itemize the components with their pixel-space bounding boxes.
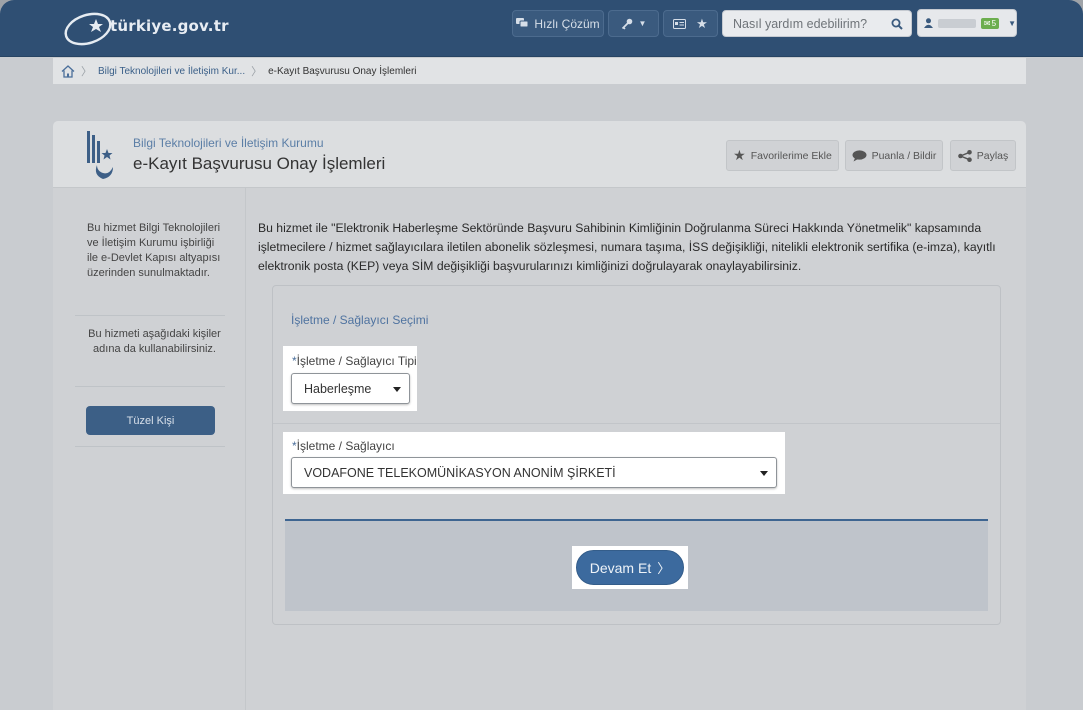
rate-report-label: Puanla / Bildir (871, 149, 937, 162)
service-card: Bilgi Teknolojileri ve İletişim Kurumu e… (53, 121, 1026, 710)
panel-title: İşletme / Sağlayıcı Seçimi (291, 313, 429, 327)
star-icon: ★ (696, 15, 708, 31)
provider-field: *İşletme / Sağlayıcı VODAFONE TELEKOMÜNİ… (283, 432, 785, 494)
logo-text: türkiye.gov.tr (110, 17, 229, 35)
breadcrumb-separator: 〉 (251, 66, 263, 78)
provider-type-label: İşletme / Sağlayıcı Tipi (296, 354, 417, 368)
breadcrumb: 〉 Bilgi Teknolojileri ve İletişim Kur...… (53, 58, 1026, 84)
page-title: e-Kayıt Başvurusu Onay İşlemleri (133, 154, 386, 173)
provider-value: VODAFONE TELEKOMÜNİKASYON ANONİM ŞİRKETİ (304, 465, 616, 480)
legal-entity-button[interactable]: Tüzel Kişi (86, 406, 215, 435)
search-icon[interactable] (891, 18, 903, 30)
provider-type-field: *İşletme / Sağlayıcı Tipi Haberleşme (283, 346, 417, 411)
mail-badge-count: 5 (991, 18, 997, 28)
sidebar-divider (75, 386, 225, 387)
share-label: Paylaş (976, 149, 1009, 162)
institution-name[interactable]: Bilgi Teknolojileri ve İletişim Kurumu (133, 136, 324, 150)
institution-logo (87, 131, 113, 179)
provider-type-value: Haberleşme (304, 381, 372, 396)
breadcrumb-item-current: e-Kayıt Başvurusu Onay İşlemleri (268, 65, 417, 77)
sidebar-divider (75, 315, 225, 316)
chevron-right-icon: 〉 (657, 561, 671, 576)
user-name-redacted (937, 18, 976, 28)
provider-type-select[interactable]: Haberleşme (291, 373, 410, 404)
comment-icon (852, 149, 867, 161)
share-icon (957, 149, 972, 162)
rate-report-button[interactable]: Puanla / Bildir (845, 140, 943, 171)
sidebar-divider (75, 446, 225, 447)
service-header: Bilgi Teknolojileri ve İletişim Kurumu e… (53, 121, 1026, 188)
provider-selection-panel: İşletme / Sağlayıcı Seçimi *İşletme / Sa… (272, 285, 1001, 625)
browser-window: türkiye.gov.tr Hızlı Çözüm ▼ ★ Nasıl yar… (0, 0, 1083, 710)
add-favorite-label: Favorilerime Ekle (750, 149, 832, 162)
key-menu-button[interactable]: ▼ (608, 10, 659, 37)
crescent-star-icon (64, 12, 112, 46)
service-sidebar: Bu hizmet Bilgi Teknolojileri ve İletişi… (53, 188, 246, 710)
provider-type-label-wrap: *İşletme / Sağlayıcı Tipi (292, 354, 417, 368)
continue-button[interactable]: Devam Et 〉 (576, 550, 684, 585)
chat-icon (516, 18, 529, 28)
search-box (722, 10, 912, 37)
panel-divider (273, 423, 1000, 424)
envelope-icon: ✉ (983, 18, 991, 28)
quick-solution-button[interactable]: Hızlı Çözüm (512, 10, 604, 37)
caret-down-icon (760, 470, 768, 476)
key-icon (621, 18, 632, 30)
turkiye-gov-logo[interactable]: türkiye.gov.tr (62, 8, 232, 46)
caret-down-icon (393, 386, 401, 392)
provider-select[interactable]: VODAFONE TELEKOMÜNİKASYON ANONİM ŞİRKETİ (291, 457, 777, 488)
user-menu-button[interactable]: ✉ 5 ▼ (917, 9, 1017, 37)
top-header: türkiye.gov.tr Hızlı Çözüm ▼ ★ Nasıl yar… (0, 0, 1083, 57)
service-description: Bu hizmet ile "Elektronik Haberleşme Sek… (258, 221, 996, 273)
form-actions: Devam Et 〉 (285, 519, 988, 611)
service-provider-note: Bu hizmet Bilgi Teknolojileri ve İletişi… (87, 222, 221, 279)
service-content: Bu hizmet ile "Elektronik Haberleşme Sek… (246, 188, 1026, 710)
share-button[interactable]: Paylaş (950, 140, 1016, 171)
breadcrumb-item-institution[interactable]: Bilgi Teknolojileri ve İletişim Kur... (98, 66, 245, 77)
id-card-icon (673, 18, 687, 29)
on-behalf-note: Bu hizmeti aşağıdaki kişiler adına da ku… (88, 328, 221, 355)
chevron-down-icon: ▼ (1008, 18, 1016, 28)
search-input[interactable] (723, 16, 873, 31)
card-favorites-button[interactable]: ★ (663, 10, 718, 37)
home-icon[interactable] (61, 64, 75, 78)
continue-label: Devam Et (589, 559, 652, 576)
quick-solution-label: Hızlı Çözüm (534, 16, 600, 31)
breadcrumb-separator: 〉 (81, 66, 92, 78)
mail-badge: ✉ 5 (980, 17, 1000, 29)
chevron-down-icon: ▼ (638, 19, 647, 28)
add-favorite-button[interactable]: ★ Favorilerime Ekle (726, 140, 839, 171)
star-icon: ★ (733, 147, 746, 163)
user-icon (924, 18, 933, 28)
provider-label: İşletme / Sağlayıcı (296, 439, 395, 453)
provider-label-wrap: *İşletme / Sağlayıcı (292, 439, 395, 453)
